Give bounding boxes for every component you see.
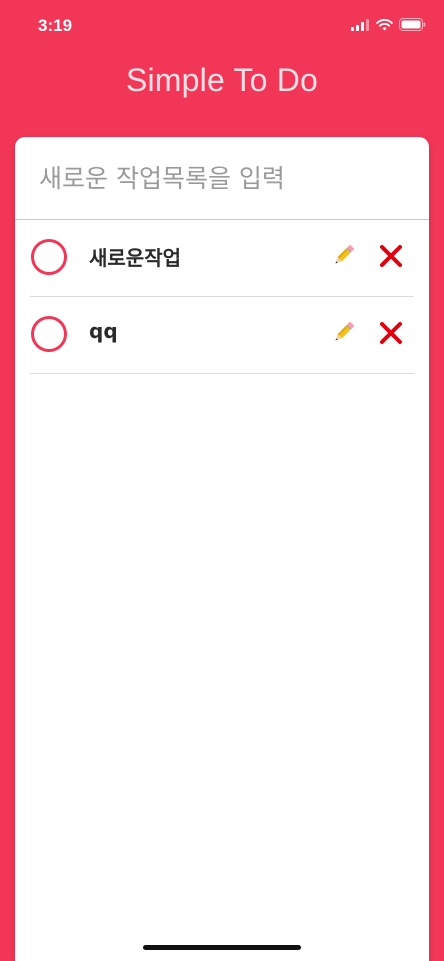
- wifi-icon: [376, 18, 393, 31]
- status-time: 3:19: [38, 16, 73, 35]
- new-task-input[interactable]: [15, 137, 429, 219]
- todo-item: qq: [30, 297, 414, 374]
- pencil-icon[interactable]: [331, 244, 355, 268]
- cellular-signal-icon: [351, 18, 370, 31]
- close-icon[interactable]: [379, 321, 403, 345]
- complete-toggle-circle[interactable]: [31, 239, 67, 275]
- complete-toggle-circle[interactable]: [31, 316, 67, 352]
- status-icons: [351, 18, 426, 31]
- close-icon[interactable]: [379, 244, 403, 268]
- todo-list: 새로운작업 qq: [15, 220, 429, 374]
- pencil-icon[interactable]: [331, 321, 355, 345]
- status-bar: 3:19: [0, 0, 444, 54]
- todo-item: 새로운작업: [30, 220, 414, 297]
- app-title: Simple To Do: [125, 62, 319, 98]
- battery-icon: [399, 18, 426, 31]
- todo-text[interactable]: qq: [89, 319, 118, 343]
- home-indicator: [143, 945, 301, 950]
- todo-card: 새로운 작업목록을 입력 새로운작업 qq: [15, 137, 429, 961]
- todo-text[interactable]: 새로운작업: [89, 242, 181, 271]
